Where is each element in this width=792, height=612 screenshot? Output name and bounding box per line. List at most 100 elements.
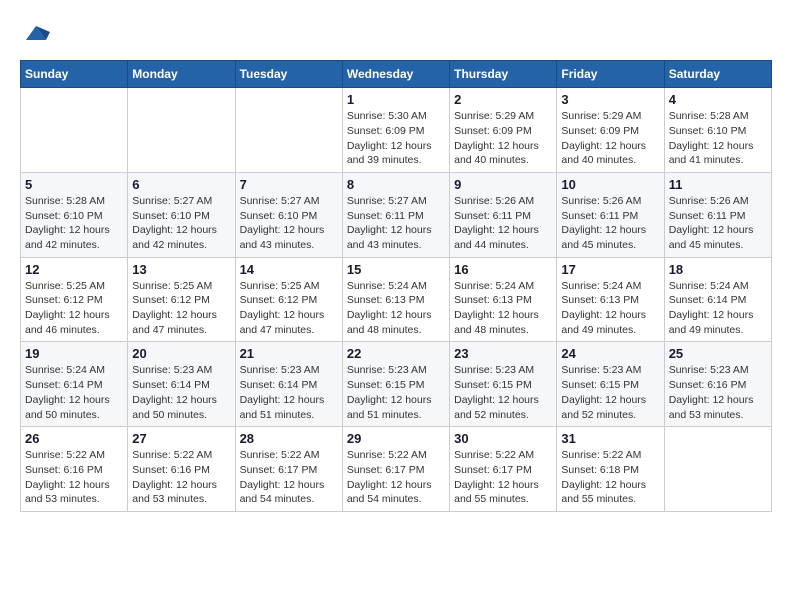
day-number: 26 [25,431,123,446]
calendar-cell: 30 Sunrise: 5:22 AM Sunset: 6:17 PM Dayli… [450,427,557,512]
day-number: 14 [240,262,338,277]
day-info: Sunrise: 5:23 AM Sunset: 6:16 PM Dayligh… [669,363,767,422]
calendar-week-row: 5 Sunrise: 5:28 AM Sunset: 6:10 PM Daylig… [21,172,772,257]
calendar-cell: 10 Sunrise: 5:26 AM Sunset: 6:11 PM Dayli… [557,172,664,257]
day-number: 13 [132,262,230,277]
calendar-cell: 20 Sunrise: 5:23 AM Sunset: 6:14 PM Dayli… [128,342,235,427]
day-info: Sunrise: 5:27 AM Sunset: 6:10 PM Dayligh… [132,194,230,253]
weekday-header: Tuesday [235,61,342,88]
calendar-cell: 19 Sunrise: 5:24 AM Sunset: 6:14 PM Dayli… [21,342,128,427]
day-number: 8 [347,177,445,192]
calendar-week-row: 1 Sunrise: 5:30 AM Sunset: 6:09 PM Daylig… [21,88,772,173]
calendar-cell: 12 Sunrise: 5:25 AM Sunset: 6:12 PM Dayli… [21,257,128,342]
calendar-table: SundayMondayTuesdayWednesdayThursdayFrid… [20,60,772,512]
day-number: 28 [240,431,338,446]
calendar-cell: 24Sunrise: 5:23 AM Sunset: 6:15 PM Dayli… [557,342,664,427]
day-info: Sunrise: 5:24 AM Sunset: 6:13 PM Dayligh… [454,279,552,338]
day-number: 10 [561,177,659,192]
day-info: Sunrise: 5:22 AM Sunset: 6:17 PM Dayligh… [240,448,338,507]
day-info: Sunrise: 5:25 AM Sunset: 6:12 PM Dayligh… [240,279,338,338]
calendar-cell: 18 Sunrise: 5:24 AM Sunset: 6:14 PM Dayli… [664,257,771,342]
calendar-cell: 22Sunrise: 5:23 AM Sunset: 6:15 PM Dayli… [342,342,449,427]
day-number: 2 [454,92,552,107]
calendar-cell: 7Sunrise: 5:27 AM Sunset: 6:10 PM Daylig… [235,172,342,257]
day-info: Sunrise: 5:22 AM Sunset: 6:17 PM Dayligh… [454,448,552,507]
day-number: 16 [454,262,552,277]
calendar-cell [21,88,128,173]
day-number: 30 [454,431,552,446]
logo [20,20,54,44]
day-number: 7 [240,177,338,192]
day-info: Sunrise: 5:29 AM Sunset: 6:09 PM Dayligh… [454,109,552,168]
day-number: 27 [132,431,230,446]
day-number: 22 [347,346,445,361]
calendar-header-row: SundayMondayTuesdayWednesdayThursdayFrid… [21,61,772,88]
calendar-cell: 5 Sunrise: 5:28 AM Sunset: 6:10 PM Daylig… [21,172,128,257]
calendar-week-row: 26 Sunrise: 5:22 AM Sunset: 6:16 PM Dayli… [21,427,772,512]
day-number: 18 [669,262,767,277]
day-info: Sunrise: 5:26 AM Sunset: 6:11 PM Dayligh… [561,194,659,253]
calendar-cell: 11Sunrise: 5:26 AM Sunset: 6:11 PM Dayli… [664,172,771,257]
day-number: 5 [25,177,123,192]
day-info: Sunrise: 5:29 AM Sunset: 6:09 PM Dayligh… [561,109,659,168]
day-number: 17 [561,262,659,277]
day-number: 12 [25,262,123,277]
logo-icon [22,22,50,44]
calendar-cell: 9 Sunrise: 5:26 AM Sunset: 6:11 PM Daylig… [450,172,557,257]
day-number: 20 [132,346,230,361]
calendar-cell: 21Sunrise: 5:23 AM Sunset: 6:14 PM Dayli… [235,342,342,427]
calendar-cell: 31Sunrise: 5:22 AM Sunset: 6:18 PM Dayli… [557,427,664,512]
day-number: 23 [454,346,552,361]
calendar-cell: 13 Sunrise: 5:25 AM Sunset: 6:12 PM Dayli… [128,257,235,342]
day-info: Sunrise: 5:24 AM Sunset: 6:14 PM Dayligh… [25,363,123,422]
weekday-header: Thursday [450,61,557,88]
day-number: 3 [561,92,659,107]
day-info: Sunrise: 5:23 AM Sunset: 6:14 PM Dayligh… [132,363,230,422]
page-header [20,20,772,44]
day-info: Sunrise: 5:25 AM Sunset: 6:12 PM Dayligh… [132,279,230,338]
calendar-cell: 23Sunrise: 5:23 AM Sunset: 6:15 PM Dayli… [450,342,557,427]
day-number: 24 [561,346,659,361]
day-number: 1 [347,92,445,107]
calendar-cell: 29Sunrise: 5:22 AM Sunset: 6:17 PM Dayli… [342,427,449,512]
day-info: Sunrise: 5:24 AM Sunset: 6:13 PM Dayligh… [347,279,445,338]
calendar-cell: 25 Sunrise: 5:23 AM Sunset: 6:16 PM Dayli… [664,342,771,427]
calendar-cell: 3 Sunrise: 5:29 AM Sunset: 6:09 PM Daylig… [557,88,664,173]
weekday-header: Monday [128,61,235,88]
day-number: 19 [25,346,123,361]
day-info: Sunrise: 5:22 AM Sunset: 6:18 PM Dayligh… [561,448,659,507]
calendar-cell [235,88,342,173]
calendar-cell: 4Sunrise: 5:28 AM Sunset: 6:10 PM Daylig… [664,88,771,173]
day-info: Sunrise: 5:22 AM Sunset: 6:16 PM Dayligh… [25,448,123,507]
day-info: Sunrise: 5:24 AM Sunset: 6:13 PM Dayligh… [561,279,659,338]
calendar-cell: 28 Sunrise: 5:22 AM Sunset: 6:17 PM Dayli… [235,427,342,512]
calendar-cell: 8 Sunrise: 5:27 AM Sunset: 6:11 PM Daylig… [342,172,449,257]
weekday-header: Sunday [21,61,128,88]
calendar-cell [128,88,235,173]
calendar-cell: 1 Sunrise: 5:30 AM Sunset: 6:09 PM Daylig… [342,88,449,173]
calendar-week-row: 19 Sunrise: 5:24 AM Sunset: 6:14 PM Dayli… [21,342,772,427]
day-info: Sunrise: 5:24 AM Sunset: 6:14 PM Dayligh… [669,279,767,338]
day-info: Sunrise: 5:30 AM Sunset: 6:09 PM Dayligh… [347,109,445,168]
day-info: Sunrise: 5:26 AM Sunset: 6:11 PM Dayligh… [454,194,552,253]
weekday-header: Friday [557,61,664,88]
calendar-cell: 15 Sunrise: 5:24 AM Sunset: 6:13 PM Dayli… [342,257,449,342]
day-info: Sunrise: 5:25 AM Sunset: 6:12 PM Dayligh… [25,279,123,338]
day-info: Sunrise: 5:28 AM Sunset: 6:10 PM Dayligh… [669,109,767,168]
calendar-cell: 2 Sunrise: 5:29 AM Sunset: 6:09 PM Daylig… [450,88,557,173]
day-info: Sunrise: 5:27 AM Sunset: 6:11 PM Dayligh… [347,194,445,253]
calendar-cell: 26 Sunrise: 5:22 AM Sunset: 6:16 PM Dayli… [21,427,128,512]
day-number: 15 [347,262,445,277]
calendar-cell: 14 Sunrise: 5:25 AM Sunset: 6:12 PM Dayli… [235,257,342,342]
day-number: 9 [454,177,552,192]
calendar-cell: 6Sunrise: 5:27 AM Sunset: 6:10 PM Daylig… [128,172,235,257]
logo-text [20,20,52,44]
day-number: 25 [669,346,767,361]
calendar-cell: 17 Sunrise: 5:24 AM Sunset: 6:13 PM Dayli… [557,257,664,342]
day-info: Sunrise: 5:28 AM Sunset: 6:10 PM Dayligh… [25,194,123,253]
calendar-cell: 27Sunrise: 5:22 AM Sunset: 6:16 PM Dayli… [128,427,235,512]
day-info: Sunrise: 5:26 AM Sunset: 6:11 PM Dayligh… [669,194,767,253]
calendar-cell: 16 Sunrise: 5:24 AM Sunset: 6:13 PM Dayli… [450,257,557,342]
calendar-week-row: 12 Sunrise: 5:25 AM Sunset: 6:12 PM Dayli… [21,257,772,342]
calendar-cell [664,427,771,512]
